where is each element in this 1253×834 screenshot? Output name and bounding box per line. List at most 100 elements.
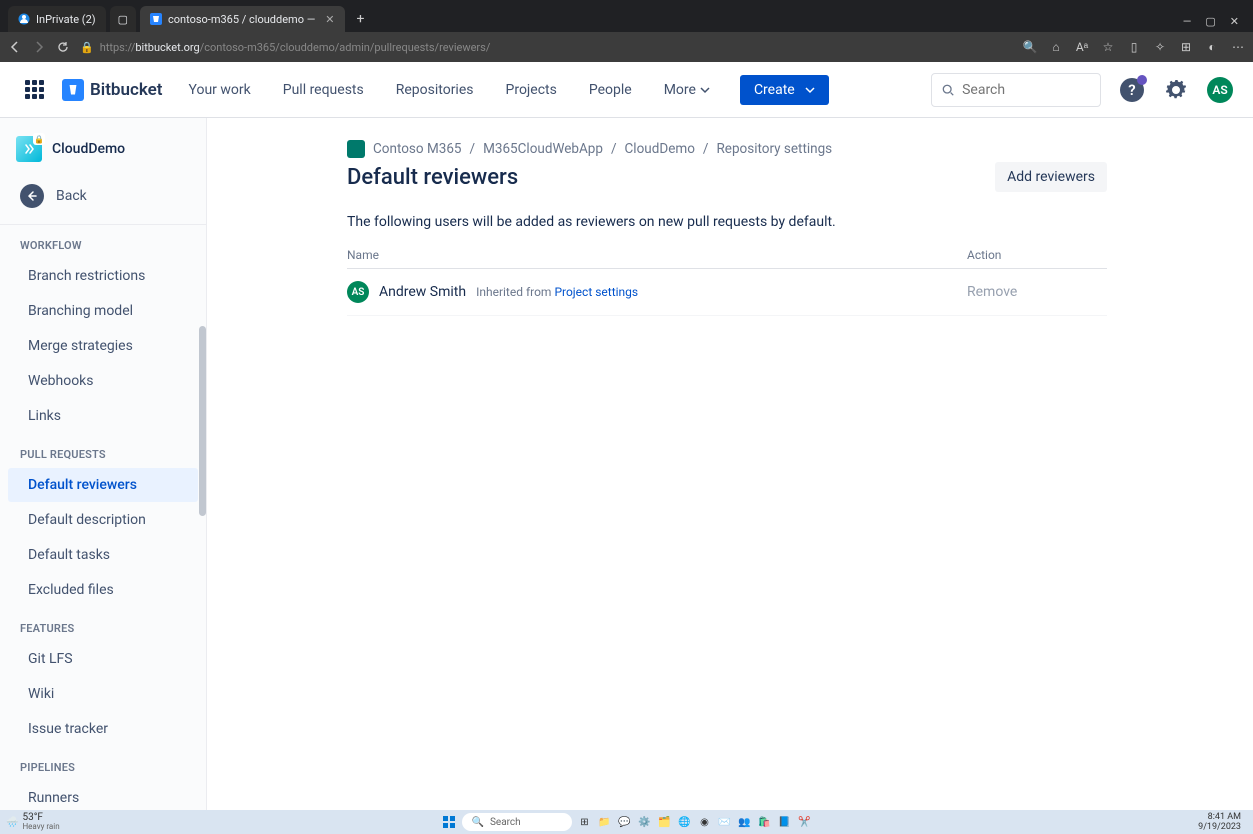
close-icon[interactable]: ✕ [325, 13, 334, 26]
project-icon [347, 140, 365, 158]
create-label: Create [754, 82, 795, 98]
files-icon[interactable]: 🗂️ [658, 815, 672, 829]
nav-pull-requests[interactable]: Pull requests [271, 82, 376, 98]
settings-button[interactable] [1163, 77, 1189, 103]
repo-icon: 🔒 [16, 136, 42, 162]
nav-more[interactable]: More [652, 82, 722, 98]
search-input[interactable] [962, 82, 1090, 98]
zoom-icon[interactable]: 🔍 [1023, 40, 1037, 54]
extensions-icon[interactable]: ⊞ [1179, 40, 1193, 54]
column-action: Action [967, 248, 1107, 262]
notification-dot-icon [1137, 75, 1147, 85]
nav-projects[interactable]: Projects [494, 82, 569, 98]
sidebar-item-runners[interactable]: Runners [8, 781, 198, 810]
user-name: Andrew Smith [379, 284, 466, 300]
section-features: FEATURES [0, 608, 206, 641]
minimize-icon[interactable]: — [1183, 15, 1192, 28]
reviewers-table: Name Action AS Andrew Smith Inherited fr… [347, 248, 1107, 316]
more-icon[interactable]: ⋯ [1231, 40, 1245, 54]
add-reviewers-button[interactable]: Add reviewers [995, 162, 1107, 192]
outlook-icon[interactable]: ✉️ [718, 815, 732, 829]
bitbucket-logo-icon [62, 79, 84, 101]
teams-icon[interactable]: 👥 [738, 815, 752, 829]
bitbucket-logo[interactable]: Bitbucket [62, 79, 163, 101]
nav-your-work[interactable]: Your work [177, 82, 263, 98]
user-avatar-button[interactable]: AS [1207, 77, 1233, 103]
url-host: bitbucket.org [135, 41, 199, 54]
refresh-icon[interactable] [56, 40, 70, 54]
collections-icon[interactable]: ✧ [1153, 40, 1167, 54]
snip-icon[interactable]: ✂️ [798, 815, 812, 829]
sidebar-item-merge-strategies[interactable]: Merge strategies [8, 329, 198, 363]
sidebar-item-webhooks[interactable]: Webhooks [8, 364, 198, 398]
browser-tab-square[interactable]: ▢ [110, 6, 136, 32]
inprivate-badge-icon[interactable]: ◐ [1205, 40, 1219, 54]
chevron-down-icon [700, 85, 710, 95]
chevron-down-icon [805, 85, 815, 95]
store-icon[interactable]: 🛍️ [758, 815, 772, 829]
browser-tab-active[interactable]: contoso-m365 / clouddemo — ✕ [140, 6, 345, 32]
nav-back-icon[interactable] [8, 40, 22, 54]
taskbar-search[interactable]: 🔍 Search [462, 813, 572, 831]
breadcrumb-repo[interactable]: CloudDemo [625, 141, 695, 157]
new-tab-button[interactable]: + [349, 6, 373, 32]
search-field[interactable] [931, 73, 1101, 107]
sidebar-item-git-lfs[interactable]: Git LFS [8, 642, 198, 676]
system-tray[interactable]: 8:41 AM 9/19/2023 [1198, 812, 1247, 832]
product-name: Bitbucket [90, 80, 163, 100]
close-window-icon[interactable]: ✕ [1230, 15, 1239, 28]
inprivate-icon [18, 13, 30, 25]
table-row: AS Andrew Smith Inherited from Project s… [347, 269, 1107, 316]
scrollbar[interactable] [199, 326, 206, 516]
nav-repositories[interactable]: Repositories [384, 82, 486, 98]
create-button[interactable]: Create [740, 75, 829, 105]
chat-icon[interactable]: 💬 [618, 815, 632, 829]
taskbar-search-label: Search [490, 817, 521, 828]
favorite-icon[interactable]: ☆ [1101, 40, 1115, 54]
app-switcher-button[interactable] [20, 76, 48, 104]
remove-action: Remove [967, 284, 1107, 300]
repo-header[interactable]: 🔒 CloudDemo [0, 118, 206, 174]
nav-more-label: More [664, 82, 696, 98]
breadcrumb-org[interactable]: Contoso M365 [373, 141, 462, 157]
maximize-icon[interactable]: ▢ [1205, 15, 1215, 28]
section-workflow: WORKFLOW [0, 225, 206, 258]
nav-forward-icon [32, 40, 46, 54]
sidebar-item-branching-model[interactable]: Branching model [8, 294, 198, 328]
back-button[interactable]: Back [0, 174, 206, 224]
breadcrumb-sep: / [470, 141, 476, 157]
settings-icon[interactable]: ⚙️ [638, 815, 652, 829]
browser-tab-inprivate[interactable]: InPrivate (2) [8, 6, 106, 32]
chrome-icon[interactable]: ◉ [698, 815, 712, 829]
word-icon[interactable]: 📘 [778, 815, 792, 829]
start-button[interactable] [442, 815, 456, 829]
sidebar-item-default-reviewers[interactable]: Default reviewers [8, 468, 198, 502]
lock-icon: 🔒 [33, 133, 45, 145]
sidebar-item-excluded-files[interactable]: Excluded files [8, 573, 198, 607]
edge-icon[interactable]: 🌐 [678, 815, 692, 829]
column-name: Name [347, 248, 967, 262]
sidebar-item-issue-tracker[interactable]: Issue tracker [8, 712, 198, 746]
sidebar-item-default-tasks[interactable]: Default tasks [8, 538, 198, 572]
project-settings-link[interactable]: Project settings [554, 285, 638, 299]
split-icon[interactable]: ▯ [1127, 40, 1141, 54]
bitbucket-favicon [150, 13, 162, 25]
task-view-icon[interactable]: ⊞ [578, 815, 592, 829]
sidebar-item-wiki[interactable]: Wiki [8, 677, 198, 711]
reader-icon[interactable]: Aᵃ [1075, 40, 1089, 54]
weather-icon: 🌧️ [6, 817, 18, 828]
help-button[interactable]: ? [1119, 77, 1145, 103]
weather-temp: 53°F [22, 813, 59, 822]
sidebar-item-branch-restrictions[interactable]: Branch restrictions [8, 259, 198, 293]
sidebar-item-default-description[interactable]: Default description [8, 503, 198, 537]
breadcrumb-page[interactable]: Repository settings [716, 141, 832, 157]
tray-date: 9/19/2023 [1198, 822, 1241, 832]
taskbar-weather[interactable]: 🌧️ 53°F Heavy rain [6, 813, 60, 831]
breadcrumb-project[interactable]: M365CloudWebApp [483, 141, 603, 157]
shopping-icon[interactable]: ⌂ [1049, 40, 1063, 54]
sidebar-item-links[interactable]: Links [8, 399, 198, 433]
url-path: /contoso-m365/clouddemo/admin/pullreques… [200, 41, 491, 54]
explorer-icon[interactable]: 📁 [598, 815, 612, 829]
nav-people[interactable]: People [577, 82, 644, 98]
address-bar[interactable]: 🔒 https://bitbucket.org/contoso-m365/clo… [80, 41, 1013, 54]
